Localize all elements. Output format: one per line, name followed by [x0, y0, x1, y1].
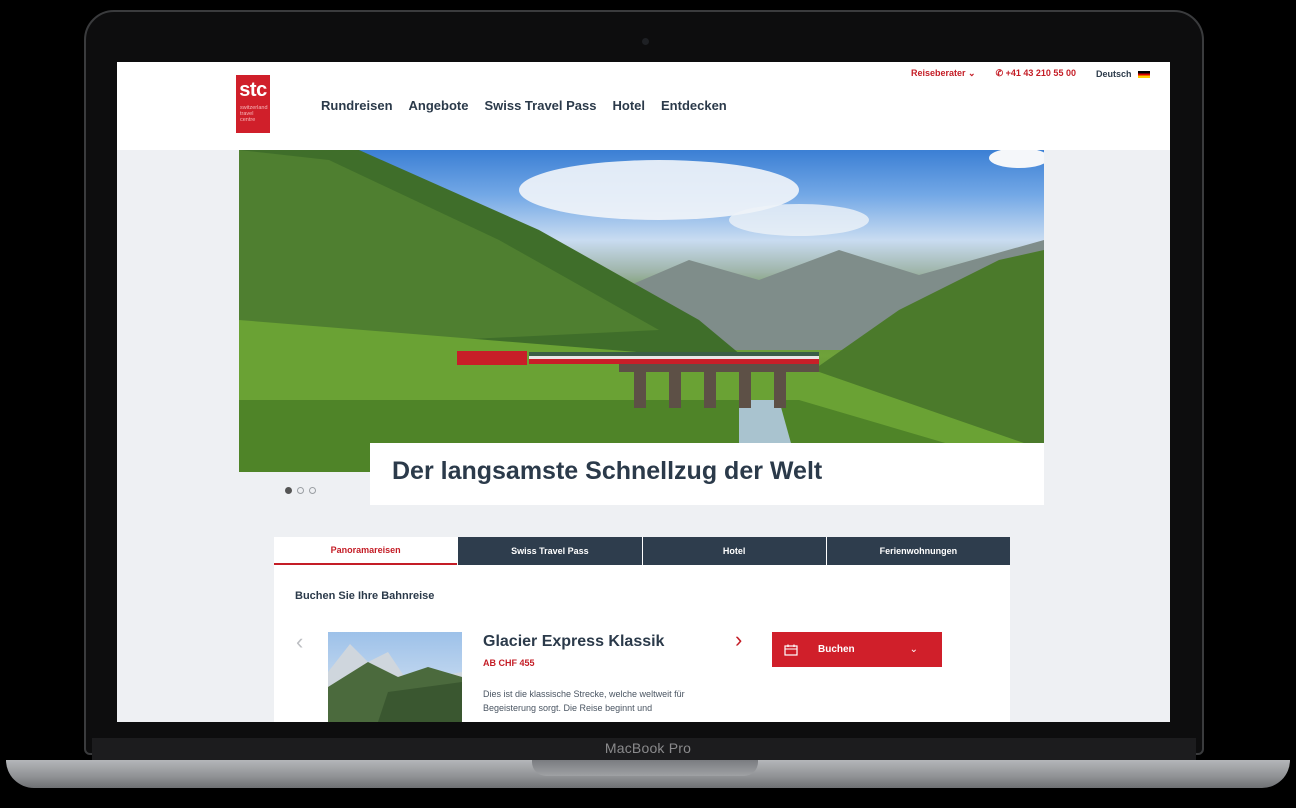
nav-hotel[interactable]: Hotel: [613, 98, 646, 113]
hero-landscape: [239, 150, 1044, 472]
phone-icon: ✆: [995, 68, 1004, 78]
tab-ferienwohnungen[interactable]: Ferienwohnungen: [825, 537, 1010, 565]
nav-entdecken[interactable]: Entdecken: [661, 98, 727, 113]
language-label: Deutsch: [1095, 68, 1132, 79]
camera: [642, 38, 649, 45]
hero-caption-box: Der langsamste Schnellzug der Welt: [370, 443, 1044, 505]
thumbnail-image: [328, 644, 462, 722]
tab-swiss-travel-pass[interactable]: Swiss Travel Pass: [457, 537, 642, 565]
slider-dot-2[interactable]: [297, 487, 304, 494]
laptop-notch: [532, 760, 758, 776]
phone-link[interactable]: ✆ +41 43 210 55 00: [996, 68, 1076, 79]
product-thumbnail[interactable]: [328, 632, 462, 722]
booking-heading: Buchen Sie Ihre Bahnreise: [295, 590, 435, 602]
product-price: AB CHF 455: [483, 658, 535, 668]
calendar-icon: [784, 644, 798, 656]
logo-text: stc: [239, 79, 267, 101]
chevron-right-icon[interactable]: ›: [735, 627, 742, 653]
tab-panoramareisen[interactable]: Panoramareisen: [274, 537, 458, 565]
product-title[interactable]: Glacier Express Klassik: [483, 633, 664, 651]
book-button[interactable]: Buchen ⌄: [772, 632, 942, 667]
hero-caption: Der langsamste Schnellzug der Welt: [392, 457, 823, 485]
advisor-dropdown[interactable]: Reiseberater ⌄: [911, 68, 976, 79]
chevron-down-icon: ⌄: [968, 68, 976, 78]
booking-tabs: Panoramareisen Swiss Travel Pass Hotel F…: [274, 537, 1010, 565]
stc-logo[interactable]: stc switzerland travel centre: [236, 75, 270, 133]
macbook-label: MacBook Pro: [604, 740, 692, 756]
top-links: Reiseberater ⌄ ✆ +41 43 210 55 00 Deutsc…: [911, 68, 1150, 79]
booking-widget: Panoramareisen Swiss Travel Pass Hotel F…: [274, 537, 1010, 722]
flag-de-icon: [1138, 70, 1150, 78]
nav-swiss-travel-pass[interactable]: Swiss Travel Pass: [484, 98, 596, 113]
tab-hotel[interactable]: Hotel: [641, 537, 826, 565]
advisor-label: Reiseberater: [910, 68, 966, 78]
chevron-left-icon[interactable]: ‹: [296, 629, 303, 655]
browser-screen: stc switzerland travel centre Rundreisen…: [117, 62, 1170, 722]
hero-image: [239, 150, 1044, 472]
slider-dots: [285, 487, 316, 494]
language-selector[interactable]: Deutsch: [1096, 69, 1150, 79]
chevron-down-icon: ⌄: [909, 644, 918, 655]
logo-subtext: switzerland travel centre: [240, 105, 268, 123]
phone-number: +41 43 210 55 00: [1005, 68, 1076, 78]
main-nav: Rundreisen Angebote Swiss Travel Pass Ho…: [321, 98, 727, 113]
book-button-label: Buchen: [818, 644, 855, 655]
slider-dot-3[interactable]: [309, 487, 316, 494]
site-header: stc switzerland travel centre Rundreisen…: [117, 62, 1170, 150]
slider-dot-1[interactable]: [285, 487, 292, 494]
product-description: Dies ist die klassische Strecke, welche …: [483, 689, 685, 713]
nav-rundreisen[interactable]: Rundreisen: [321, 98, 393, 113]
nav-angebote[interactable]: Angebote: [409, 98, 469, 113]
